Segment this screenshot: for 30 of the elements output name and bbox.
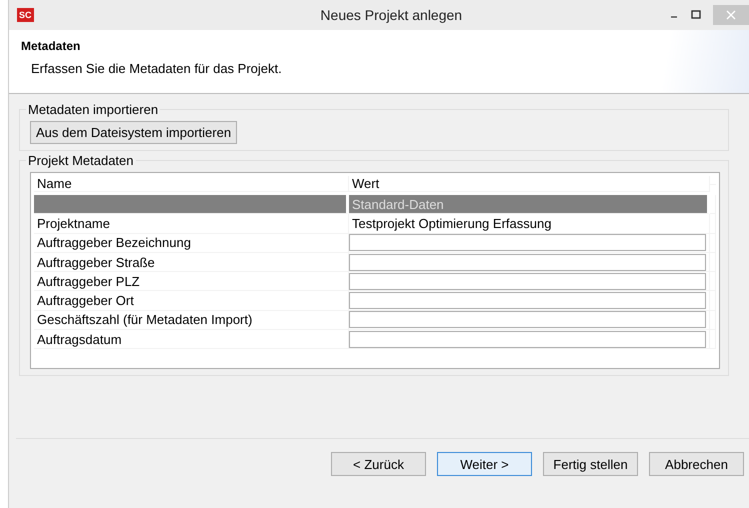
- property-name: Auftraggeber Bezeichnung: [34, 234, 349, 253]
- wizard-button[interactable]: Fertig stellen: [543, 452, 638, 476]
- group-row-cell: Standard-Daten: [349, 195, 710, 214]
- value-input-field[interactable]: [349, 330, 706, 348]
- property-name: Projektname: [34, 214, 349, 234]
- value-input-field[interactable]: [349, 272, 706, 290]
- column-header: Name: [34, 176, 349, 192]
- maximize-icon[interactable]: [691, 10, 701, 20]
- wizard-button[interactable]: Weiter >: [437, 452, 532, 476]
- close-icon: [726, 10, 736, 20]
- column-header: Wert: [349, 176, 710, 192]
- page-heading: Metadaten: [21, 39, 82, 53]
- property-name: Geschäftszahl (für Metadaten Import): [34, 310, 349, 330]
- property-name: Auftraggeber Ort: [34, 291, 349, 311]
- group-title: Metadaten importieren: [27, 102, 160, 117]
- value-input-field[interactable]: [349, 311, 706, 328]
- value-input-field[interactable]: [349, 254, 706, 271]
- wizard-button[interactable]: < Zurück: [331, 452, 426, 476]
- window-title: Neues Projekt anlegen: [319, 7, 464, 23]
- group-title: Projekt Metadaten: [27, 153, 135, 168]
- import-button[interactable]: Aus dem Dateisystem importieren: [30, 121, 238, 144]
- value-input-field[interactable]: [349, 234, 706, 252]
- property-name: Auftraggeber PLZ: [34, 272, 349, 292]
- page-description: Erfassen Sie die Metadaten für das Projekt.: [31, 61, 283, 76]
- wizard-button[interactable]: Abbrechen: [649, 452, 744, 476]
- property-name: Auftragsdatum: [34, 330, 349, 350]
- close-button[interactable]: [713, 5, 749, 25]
- property-name: Auftraggeber Straße: [34, 252, 349, 272]
- app-logo: SC: [17, 8, 34, 22]
- value-input-field[interactable]: [349, 292, 706, 310]
